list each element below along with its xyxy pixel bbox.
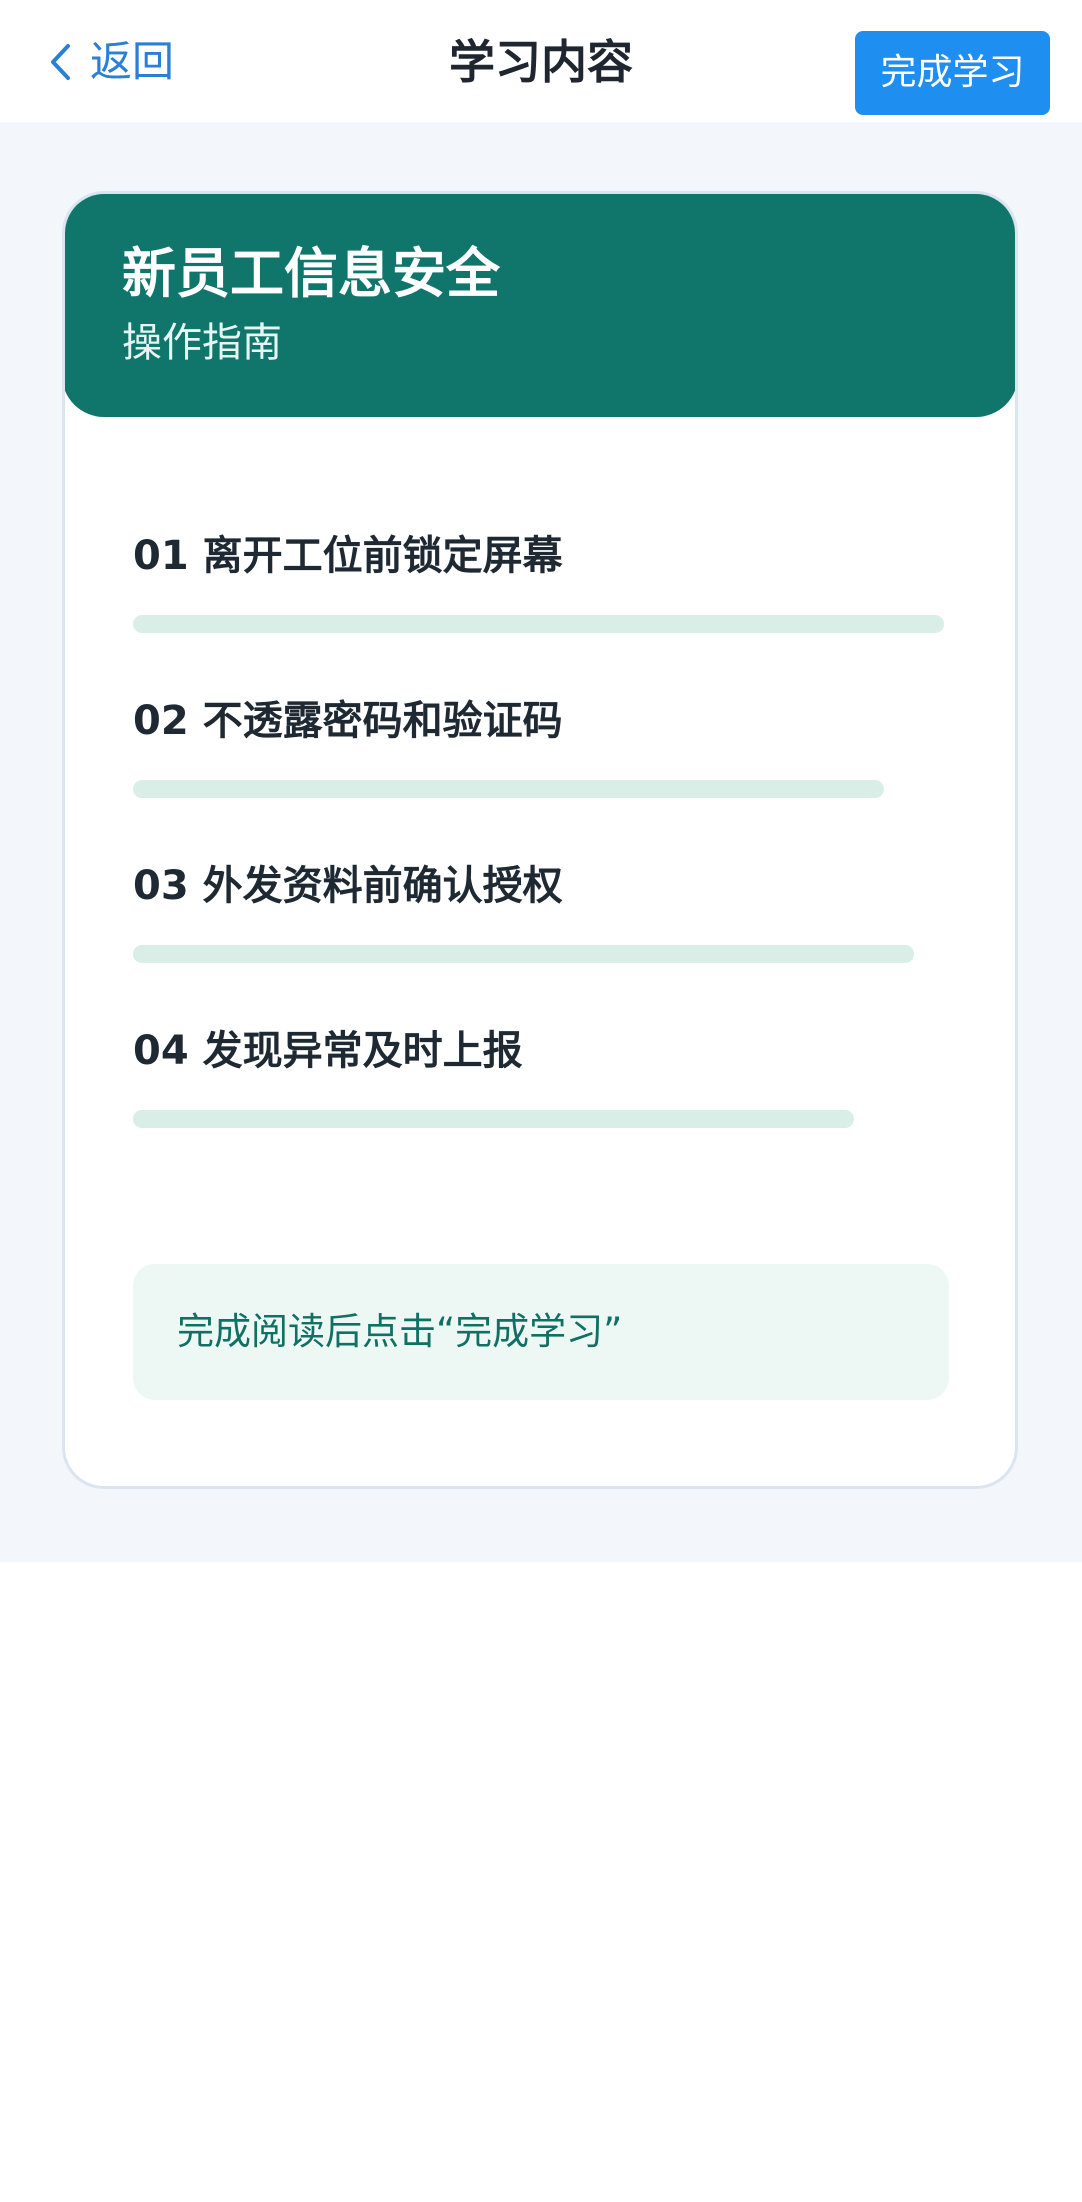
list-item: 04 发现异常及时上报 <box>133 1023 953 1128</box>
back-label: 返回 <box>90 37 175 86</box>
finish-study-button[interactable]: 完成学习 <box>855 31 1050 115</box>
list-item-label: 02 不透露密码和验证码 <box>133 698 563 744</box>
content-card: 新员工信息安全 操作指南 01 离开工位前锁定屏幕 02 不透露密码和验证码 0… <box>62 191 1018 1489</box>
back-button[interactable]: 返回 <box>48 34 174 90</box>
card-subtitle: 操作指南 <box>122 320 282 366</box>
notice-box: 完成阅读后点击“完成学习” <box>133 1264 949 1400</box>
list-item-bar <box>133 945 914 963</box>
list-item-bar <box>133 1110 854 1128</box>
list-item-label: 01 离开工位前锁定屏幕 <box>133 533 563 579</box>
list-item-bar <box>133 615 944 633</box>
list-item: 01 离开工位前锁定屏幕 <box>133 528 953 633</box>
notice-text: 完成阅读后点击“完成学习” <box>177 1310 623 1353</box>
page: 返回 学习内容 完成学习 新员工信息安全 操作指南 01 离开工位前锁定屏幕 0… <box>0 0 1082 2202</box>
list-item-label: 03 外发资料前确认授权 <box>133 863 563 909</box>
list-item-label: 04 发现异常及时上报 <box>133 1028 523 1074</box>
chevron-left-icon <box>48 42 72 82</box>
top-nav-bar: 返回 学习内容 完成学习 <box>0 0 1082 122</box>
card-header: 新员工信息安全 操作指南 <box>65 194 1015 417</box>
card-title: 新员工信息安全 <box>122 242 500 305</box>
list-item: 02 不透露密码和验证码 <box>133 693 953 798</box>
list-item: 03 外发资料前确认授权 <box>133 858 953 963</box>
list-item-bar <box>133 780 884 798</box>
